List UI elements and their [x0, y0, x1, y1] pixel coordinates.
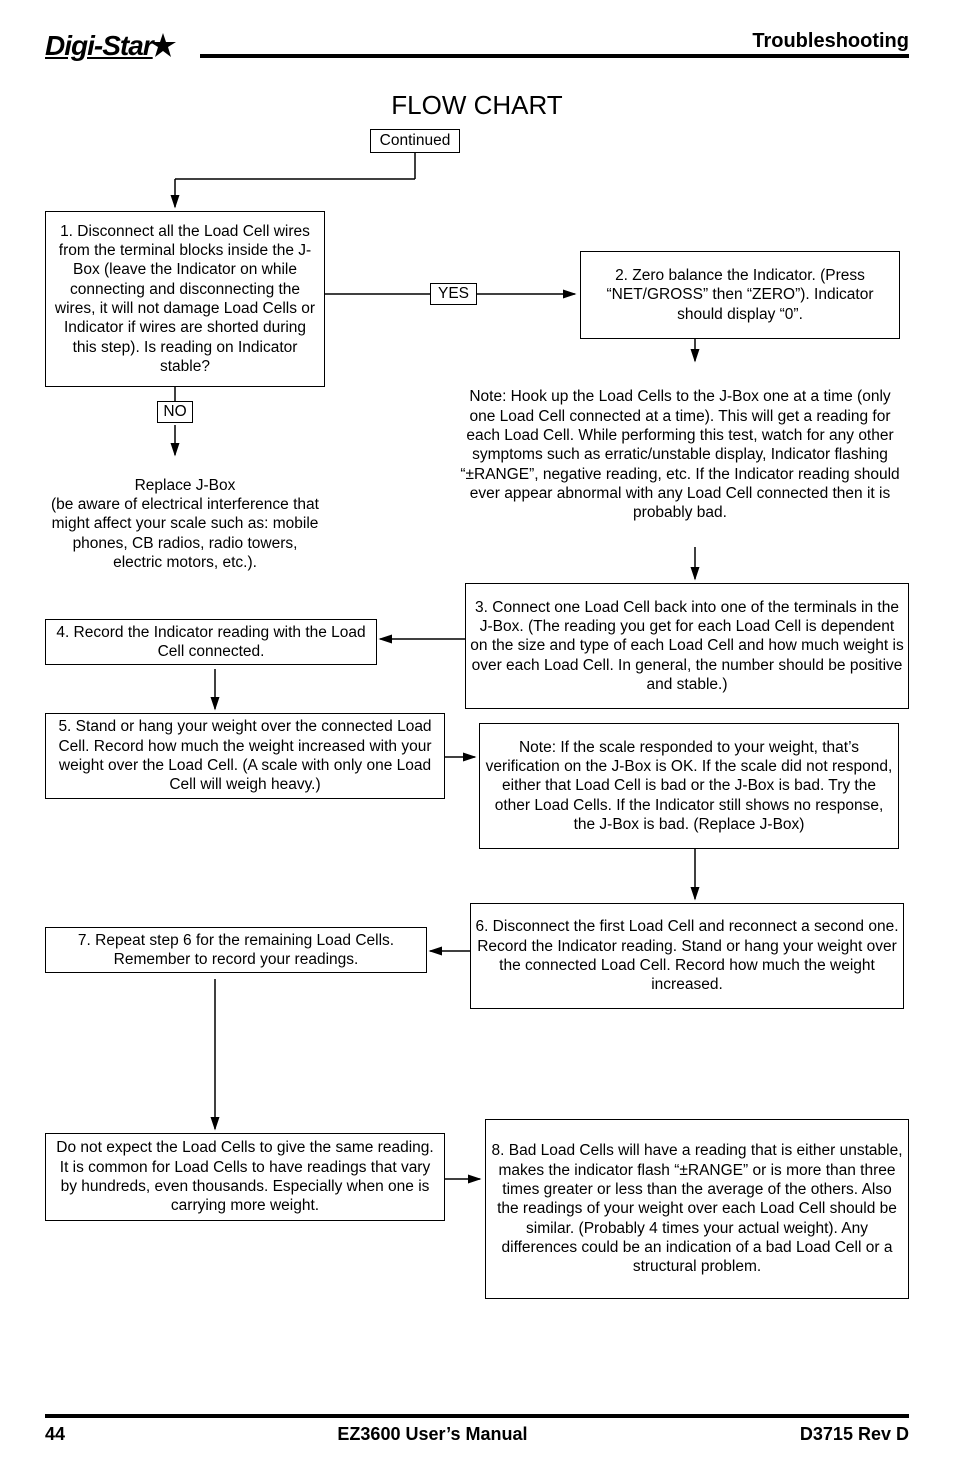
page-header: Digi-Star Troubleshooting [45, 30, 909, 80]
yes-label: YES [430, 283, 477, 305]
page-title: FLOW CHART [45, 90, 909, 121]
step-8: 8. Bad Load Cells will have a reading th… [485, 1119, 909, 1299]
footer-rule [45, 1414, 909, 1418]
continued-box: Continued [370, 129, 460, 153]
expect-note: Do not expect the Load Cells to give the… [45, 1133, 445, 1221]
step-5: 5. Stand or hang your weight over the co… [45, 713, 445, 799]
star-icon [149, 32, 177, 64]
flowchart-diagram: Continued 1. Disconnect all the Load Cel… [45, 129, 909, 1349]
brand-logo: Digi-Star [45, 30, 177, 64]
step-1: 1. Disconnect all the Load Cell wires fr… [45, 211, 325, 387]
logo-text: Digi-Star [45, 30, 153, 61]
page-footer: 44 EZ3600 User’s Manual D3715 Rev D [45, 1414, 909, 1445]
section-title: Troubleshooting [742, 30, 909, 53]
doc-revision: D3715 Rev D [800, 1424, 909, 1445]
note-loadcells: Note: Hook up the Load Cells to the J-Bo… [455, 365, 905, 545]
manual-title: EZ3600 User’s Manual [337, 1424, 527, 1445]
step-2: 2. Zero balance the Indicator. (Press “N… [580, 251, 900, 339]
step-4: 4. Record the Indicator reading with the… [45, 619, 377, 665]
page-number: 44 [45, 1424, 65, 1445]
step-3: 3. Connect one Load Cell back into one o… [465, 583, 909, 709]
no-label: NO [157, 401, 193, 423]
note-response: Note: If the scale responded to your wei… [479, 723, 899, 849]
step-6: 6. Disconnect the first Load Cell and re… [470, 903, 904, 1009]
step-7: 7. Repeat step 6 for the remaining Load … [45, 927, 427, 973]
replace-jbox-note: Replace J-Box (be aware of electrical in… [45, 459, 325, 589]
header-rule [200, 54, 909, 58]
